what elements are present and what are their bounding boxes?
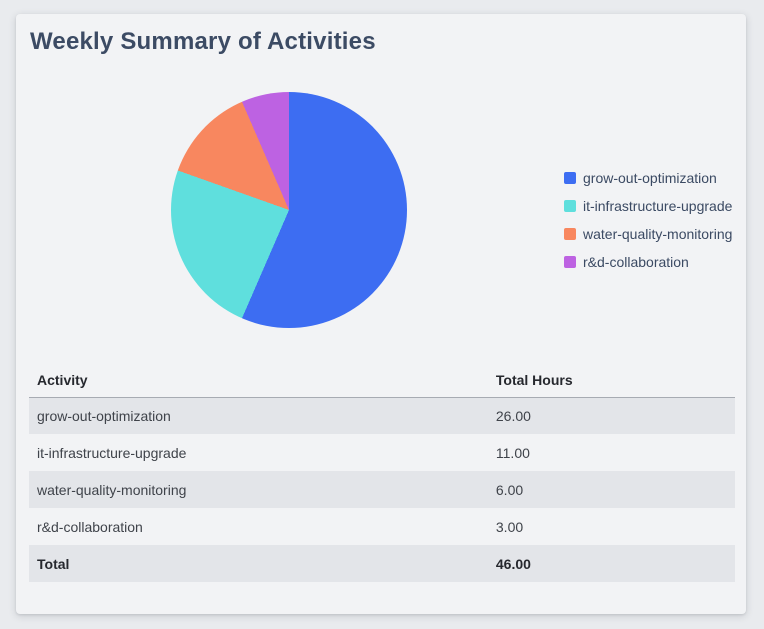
total-label-cell: Total [37, 555, 70, 572]
activity-cell: grow-out-optimization [37, 407, 171, 424]
chart-legend: grow-out-optimization it-infrastructure-… [564, 164, 732, 276]
legend-item: grow-out-optimization [564, 164, 732, 192]
page-title: Weekly Summary of Activities [30, 28, 376, 55]
hours-cell: 3.00 [495, 518, 524, 535]
column-header-activity: Activity [29, 363, 488, 398]
legend-swatch-icon [564, 228, 576, 240]
legend-item: it-infrastructure-upgrade [564, 192, 732, 220]
table-row: grow-out-optimization 26.00 [29, 397, 735, 434]
legend-item: water-quality-monitoring [564, 220, 732, 248]
legend-swatch-icon [564, 172, 576, 184]
legend-label: it-infrastructure-upgrade [583, 198, 733, 214]
legend-item: r&d-collaboration [564, 248, 732, 276]
legend-swatch-icon [564, 256, 576, 268]
hours-cell: 6.00 [495, 481, 524, 498]
activity-hours-table: Activity Total Hours grow-out-optimizati… [29, 363, 735, 582]
legend-swatch-icon [564, 200, 576, 212]
legend-label: water-quality-monitoring [583, 226, 733, 242]
table-row: water-quality-monitoring 6.00 [29, 471, 735, 508]
column-header-total-hours: Total Hours [487, 363, 735, 398]
hours-cell: 26.00 [495, 407, 531, 424]
hours-cell: 11.00 [495, 444, 530, 461]
table-total-row: Total 46.00 [29, 545, 735, 582]
pie-chart [171, 92, 407, 328]
activity-cell: r&d-collaboration [37, 518, 143, 535]
weekly-summary-card: Weekly Summary of Activities grow-out-op… [16, 14, 746, 614]
legend-label: r&d-collaboration [583, 254, 689, 270]
total-hours-cell: 46.00 [495, 555, 531, 572]
table-row: r&d-collaboration 3.00 [29, 508, 735, 545]
legend-label: grow-out-optimization [583, 170, 717, 186]
activity-cell: it-infrastructure-upgrade [37, 444, 187, 461]
table-header-row: Activity Total Hours [29, 363, 735, 398]
activity-cell: water-quality-monitoring [37, 481, 187, 498]
table-row: it-infrastructure-upgrade 11.00 [29, 434, 735, 471]
